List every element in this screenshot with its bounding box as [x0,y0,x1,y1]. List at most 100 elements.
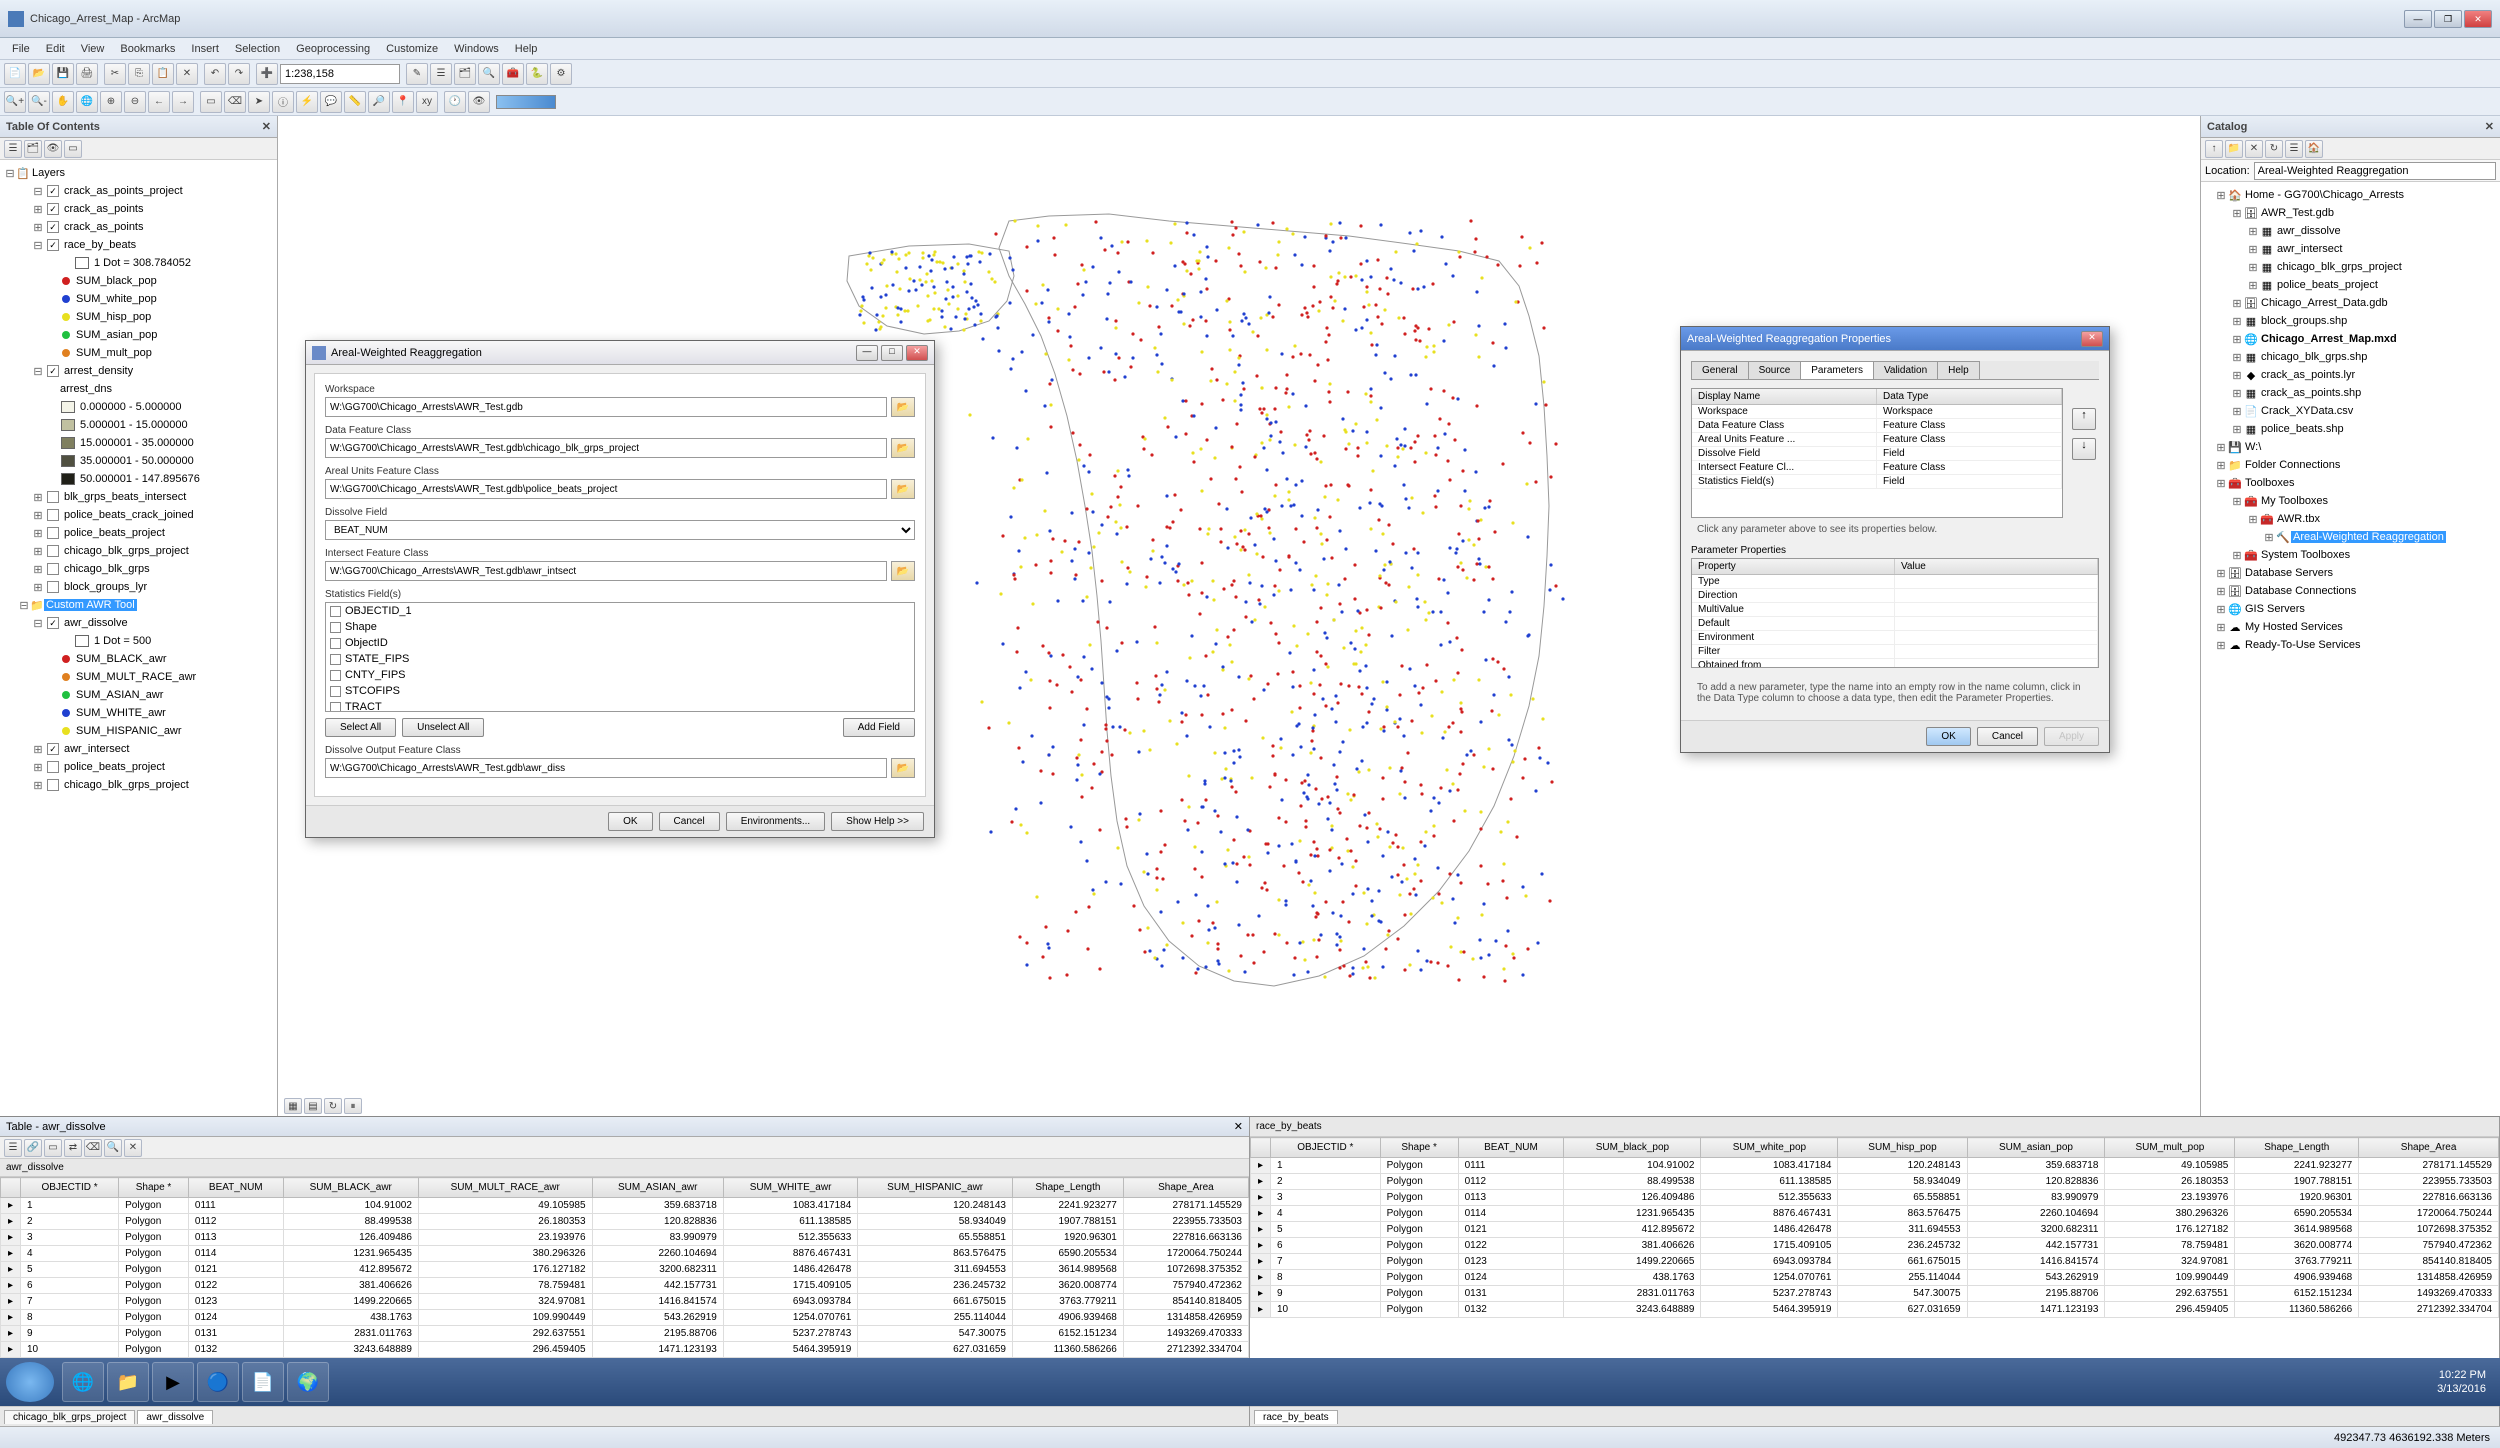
field-checkbox[interactable] [330,702,341,713]
column-header[interactable]: Shape * [119,1178,189,1198]
layer-checkbox[interactable] [47,617,59,629]
field-name[interactable]: TRACT [345,701,382,712]
layer-checkbox[interactable] [47,527,59,539]
cell[interactable]: 223955.733503 [1123,1214,1248,1230]
cell[interactable]: 1471.123193 [592,1342,723,1358]
expand-icon[interactable]: ⊞ [2231,495,2243,508]
field-name[interactable]: Shape [345,621,377,633]
column-header[interactable]: SUM_MULT_RACE_awr [418,1178,592,1198]
layer-label[interactable]: chicago_blk_grps [62,563,152,575]
cut-icon[interactable]: ✂ [104,63,126,85]
column-header[interactable]: SUM_ASIAN_awr [592,1178,723,1198]
expand-icon[interactable]: ⊞ [32,509,44,522]
cell[interactable]: 292.637551 [2105,1286,2235,1302]
up-icon[interactable]: ↑ [2205,140,2223,158]
cell[interactable]: 2241.923277 [2235,1158,2359,1174]
cell[interactable]: 757940.472362 [2359,1238,2499,1254]
areal-fc-input[interactable] [325,479,887,499]
field-checkbox[interactable] [330,638,341,649]
field-name[interactable]: STCOFIPS [345,685,400,697]
field-checkbox[interactable] [330,654,341,665]
prop-name[interactable]: Type [1692,575,1895,588]
switch-selection-icon[interactable]: ⇄ [64,1139,82,1157]
layers-root[interactable]: Layers [30,167,67,179]
cell[interactable]: 324.97081 [418,1294,592,1310]
cell[interactable]: 1715.409105 [723,1278,857,1294]
cell[interactable]: 661.675015 [858,1294,1013,1310]
cell[interactable]: 627.031659 [1838,1302,1967,1318]
media-icon[interactable]: ▶ [152,1362,194,1402]
cell[interactable]: 438.1763 [1564,1270,1701,1286]
cell[interactable]: 176.127182 [418,1262,592,1278]
tab-source[interactable]: Source [1748,361,1802,379]
cell[interactable]: 120.248143 [858,1198,1013,1214]
table-tab[interactable]: awr_dissolve [137,1410,213,1424]
catalog-item[interactable]: Chicago_Arrest_Map.mxd [2259,333,2399,345]
cell[interactable]: 547.30075 [1838,1286,1967,1302]
cell[interactable]: 6590.205534 [1013,1246,1124,1262]
chrome-icon[interactable]: 🔵 [197,1362,239,1402]
cell[interactable]: Polygon [1380,1286,1458,1302]
cell[interactable]: 4906.939468 [2235,1270,2359,1286]
layer-label[interactable]: police_beats_crack_joined [62,509,196,521]
layer-label[interactable]: SUM_ASIAN_awr [74,689,165,701]
editor-toolbar-icon[interactable]: ✎ [406,63,428,85]
menu-bookmarks[interactable]: Bookmarks [112,43,183,55]
layer-label[interactable]: SUM_MULT_RACE_awr [74,671,198,683]
cell[interactable]: Polygon [1380,1238,1458,1254]
cell[interactable]: 1720064.750244 [2359,1206,2499,1222]
cell[interactable]: 0113 [1458,1190,1564,1206]
column-header[interactable]: SUM_mult_pop [2105,1138,2235,1158]
browse-button[interactable]: 📂 [891,758,915,778]
forward-icon[interactable]: → [172,91,194,113]
expand-icon[interactable]: ⊞ [2231,405,2243,418]
disconnect-icon[interactable]: ✕ [2245,140,2263,158]
toc-icon[interactable]: ☰ [430,63,452,85]
data-grid[interactable]: OBJECTID *Shape *BEAT_NUMSUM_BLACK_awrSU… [0,1177,1249,1358]
field-name[interactable]: ObjectID [345,637,388,649]
layer-checkbox[interactable] [47,203,59,215]
expand-icon[interactable]: ⊞ [32,545,44,558]
add-field-button[interactable]: Add Field [843,718,915,737]
move-up-button[interactable]: ↑ [2072,408,2096,430]
properties-grid[interactable]: PropertyValue TypeDirectionMultiValueDef… [1691,558,2099,668]
layer-label[interactable]: Custom AWR Tool [44,599,137,611]
layer-label[interactable]: chicago_blk_grps_project [62,545,191,557]
expand-icon[interactable]: ⊞ [32,221,44,234]
expand-icon[interactable]: ⊞ [2231,333,2243,346]
select-features-icon[interactable]: ▭ [200,91,222,113]
maximize-icon[interactable]: □ [881,345,903,361]
cell[interactable]: 120.828836 [592,1214,723,1230]
layer-checkbox[interactable] [47,563,59,575]
param-type[interactable]: Field [1877,475,2062,488]
cell[interactable]: 1231.965435 [1564,1206,1701,1222]
cell[interactable]: 176.127182 [2105,1222,2235,1238]
row-selector[interactable]: ▸ [1251,1270,1271,1286]
field-checkbox[interactable] [330,622,341,633]
cell[interactable]: 120.828836 [1967,1174,2105,1190]
expand-icon[interactable]: ⊞ [2247,261,2259,274]
table-tab[interactable]: race_by_beats [1254,1410,1338,1424]
row-selector[interactable]: ▸ [1,1214,21,1230]
catalog-item[interactable]: police_beats.shp [2259,423,2346,435]
catalog-item[interactable]: crack_as_points.lyr [2259,369,2357,381]
cell[interactable]: 120.248143 [1838,1158,1967,1174]
catalog-tree[interactable]: ⊞🏠Home - GG700\Chicago_Arrests⊞🗄AWR_Test… [2201,182,2500,1116]
tab-parameters[interactable]: Parameters [1800,361,1874,379]
expand-icon[interactable]: ⊞ [32,581,44,594]
cell[interactable]: 0121 [188,1262,283,1278]
cell[interactable]: 0111 [1458,1158,1564,1174]
cell[interactable]: 6152.151234 [2235,1286,2359,1302]
output-fc-input[interactable] [325,758,887,778]
data-view-icon[interactable]: ▦ [284,1098,302,1114]
layer-label[interactable]: crack_as_points [62,221,146,233]
clear-sel-icon[interactable]: ⌫ [84,1139,102,1157]
cell[interactable]: 3200.682311 [1967,1222,2105,1238]
expand-icon[interactable]: ⊞ [2231,423,2243,436]
cell[interactable]: 227816.663136 [2359,1190,2499,1206]
find-icon[interactable]: 🔎 [368,91,390,113]
layer-checkbox[interactable] [47,545,59,557]
list-by-source-icon[interactable]: 🗂 [24,140,42,158]
list-by-visibility-icon[interactable]: 👁 [44,140,62,158]
cell[interactable]: 223955.733503 [2359,1174,2499,1190]
